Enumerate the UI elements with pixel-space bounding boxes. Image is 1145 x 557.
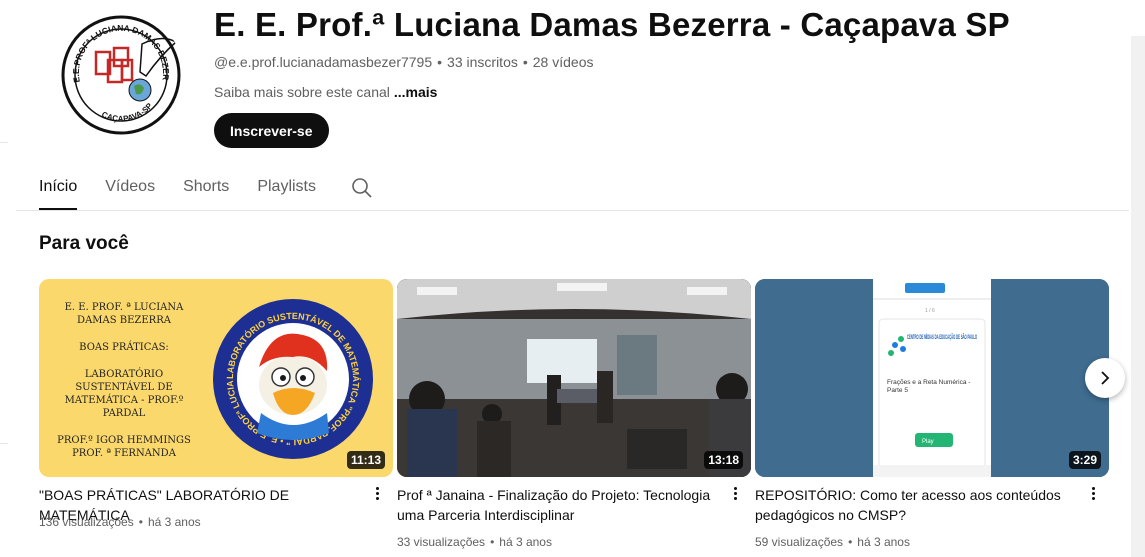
separator: • [848, 535, 853, 549]
more-vert-icon[interactable] [369, 485, 385, 503]
search-icon[interactable] [350, 176, 374, 200]
video-views: 33 visualizações [397, 535, 486, 549]
lab-badge-image: LABORATÓRIO SUSTENTÁVEL DE MATEMÁTICA "P… [211, 297, 373, 459]
scrollbar[interactable] [1131, 36, 1145, 557]
video-thumbnail[interactable]: E. E. PROF. ª LUCIANA DAMAS BEZERRA BOAS… [39, 279, 393, 477]
tab-videos[interactable]: Vídeos [105, 166, 155, 210]
subscribe-button[interactable]: Inscrever-se [214, 113, 329, 148]
video-meta: 59 visualizações • há 3 anos [755, 535, 910, 549]
thumbnail-card-title: Frações e a Reta Numérica - Parte 5 [887, 379, 971, 394]
video-meta: 136 visualizações • há 3 anos [39, 515, 201, 529]
separator: • [490, 535, 495, 549]
video-title[interactable]: Prof ª Janaina - Finalização do Projeto:… [397, 485, 717, 525]
thumbnail-line: E. E. PROF. ª LUCIANA DAMAS BEZERRA [64, 302, 184, 326]
video-card[interactable]: 1 / 6 CENTRO DE MÍDIAS DA EDUCAÇÃO DE SÃ… [755, 279, 1109, 549]
thumbnail-brand: CENTRO DE MÍDIAS DA EDUCAÇÃO DE SÃO PAUL… [907, 332, 977, 341]
channel-handle: @e.e.prof.lucianadamasbezer7795 [214, 54, 433, 70]
video-thumbnail[interactable]: 13:18 [397, 279, 751, 477]
separator: • [522, 54, 528, 70]
cmsp-app-screenshot: 1 / 6 CENTRO DE MÍDIAS DA EDUCAÇÃO DE SÃ… [755, 279, 1109, 477]
left-divider [0, 443, 8, 444]
video-meta: 33 visualizações • há 3 anos [397, 535, 552, 549]
separator: • [138, 515, 143, 529]
channel-tabs: Início Vídeos Shorts Playlists [39, 166, 344, 210]
channel-avatar[interactable]: E.E.PROFª LUCIANA DAMAS BEZERRA CAÇAPAVA… [58, 12, 184, 138]
svg-text:CENTRO DE MÍDIAS DA EDUCAÇÃO D: CENTRO DE MÍDIAS DA EDUCAÇÃO DE SÃO PAUL… [907, 332, 977, 341]
thumbnail-play-label: Play [922, 439, 934, 445]
left-divider [0, 142, 8, 143]
more-vert-icon[interactable] [727, 485, 743, 503]
video-age: há 3 anos [499, 535, 552, 549]
thumbnail-text: E. E. PROF. ª LUCIANA DAMAS BEZERRA BOAS… [45, 301, 203, 474]
video-card[interactable]: 13:18 Prof ª Janaina - Finalização do Pr… [397, 279, 751, 549]
video-age: há 3 anos [857, 535, 910, 549]
tabs-divider [16, 210, 1129, 211]
chevron-right-icon [1101, 371, 1110, 385]
video-thumbnail[interactable]: 1 / 6 CENTRO DE MÍDIAS DA EDUCAÇÃO DE SÃ… [755, 279, 1109, 477]
more-vert-icon[interactable] [1085, 485, 1101, 503]
channel-about[interactable]: Saiba mais sobre este canal ...mais [214, 84, 437, 100]
video-title[interactable]: REPOSITÓRIO: Como ter acesso aos conteúd… [755, 485, 1075, 525]
video-duration: 3:29 [1068, 451, 1101, 469]
tab-playlists[interactable]: Playlists [257, 166, 316, 210]
about-text: Saiba mais sobre este canal [214, 84, 390, 100]
tab-shorts[interactable]: Shorts [183, 166, 229, 210]
video-age: há 3 anos [147, 515, 201, 529]
carousel-next-button[interactable] [1085, 358, 1125, 398]
classroom-photo [397, 279, 751, 477]
section-title: Para você [39, 233, 129, 254]
thumbnail-line: PROF.º IGOR HEMMINGS PROF. ª FERNANDA [57, 435, 191, 459]
video-views: 136 visualizações [39, 515, 134, 529]
tab-home[interactable]: Início [39, 166, 78, 210]
about-more-link[interactable]: ...mais [394, 84, 438, 100]
channel-meta: @e.e.prof.lucianadamasbezer7795 • 33 inscr… [214, 54, 593, 70]
subscriber-count: 33 inscritos [447, 54, 518, 70]
video-views: 59 visualizações [755, 535, 844, 549]
video-count: 28 vídeos [532, 54, 594, 70]
channel-title: E. E. Prof.ª Luciana Damas Bezerra - Caç… [214, 6, 1010, 43]
thumbnail-line: BOAS PRÁTICAS: [79, 342, 169, 353]
video-card[interactable]: E. E. PROF. ª LUCIANA DAMAS BEZERRA BOAS… [39, 279, 393, 529]
separator: • [437, 54, 443, 70]
svg-text:1 / 6: 1 / 6 [925, 308, 935, 314]
video-duration: 13:18 [704, 451, 743, 469]
video-duration: 11:13 [346, 451, 385, 469]
thumbnail-line: LABORATÓRIO SUSTENTÁVEL DE MATEMÁTICA - … [64, 369, 184, 419]
